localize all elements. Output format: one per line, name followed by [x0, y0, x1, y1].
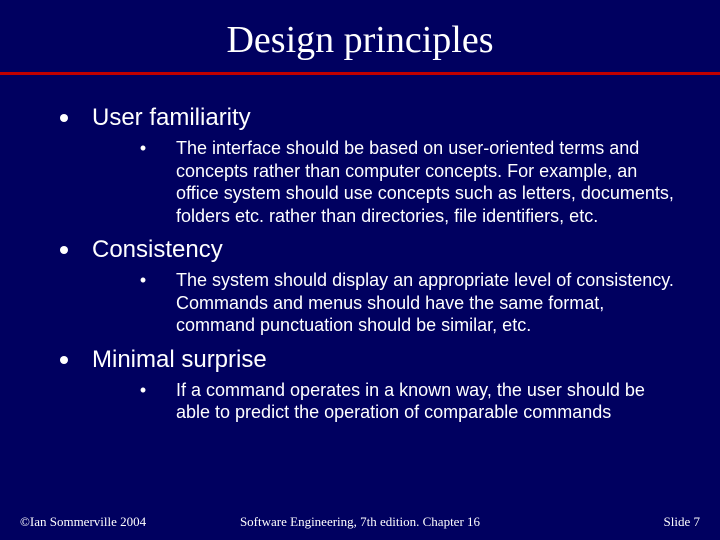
- slide: Design principles User familiarity • The…: [0, 0, 720, 540]
- footer: ©Ian Sommerville 2004 Software Engineeri…: [0, 514, 720, 530]
- bullet-heading: Consistency: [92, 235, 223, 265]
- dot-bullet-icon: •: [136, 138, 150, 160]
- bullet-level2: • If a command operates in a known way, …: [136, 379, 674, 424]
- footer-copyright: ©Ian Sommerville 2004: [20, 514, 146, 530]
- slide-title: Design principles: [0, 18, 720, 62]
- dot-bullet-icon: •: [136, 380, 150, 402]
- disc-bullet-icon: [60, 246, 68, 254]
- content-area: User familiarity • The interface should …: [0, 75, 720, 424]
- bullet-detail: If a command operates in a known way, th…: [176, 379, 674, 424]
- bullet-detail: The interface should be based on user-or…: [176, 137, 674, 227]
- bullet-heading: User familiarity: [92, 103, 251, 133]
- footer-slide-number: Slide 7: [664, 514, 700, 530]
- bullet-heading: Minimal surprise: [92, 345, 267, 375]
- bullet-detail: The system should display an appropriate…: [176, 269, 674, 337]
- title-area: Design principles: [0, 0, 720, 62]
- disc-bullet-icon: [60, 356, 68, 364]
- bullet-level1: User familiarity: [60, 103, 684, 133]
- disc-bullet-icon: [60, 114, 68, 122]
- bullet-level2: • The system should display an appropria…: [136, 269, 674, 337]
- bullet-level1: Consistency: [60, 235, 684, 265]
- bullet-level1: Minimal surprise: [60, 345, 684, 375]
- bullet-level2: • The interface should be based on user-…: [136, 137, 674, 227]
- dot-bullet-icon: •: [136, 270, 150, 292]
